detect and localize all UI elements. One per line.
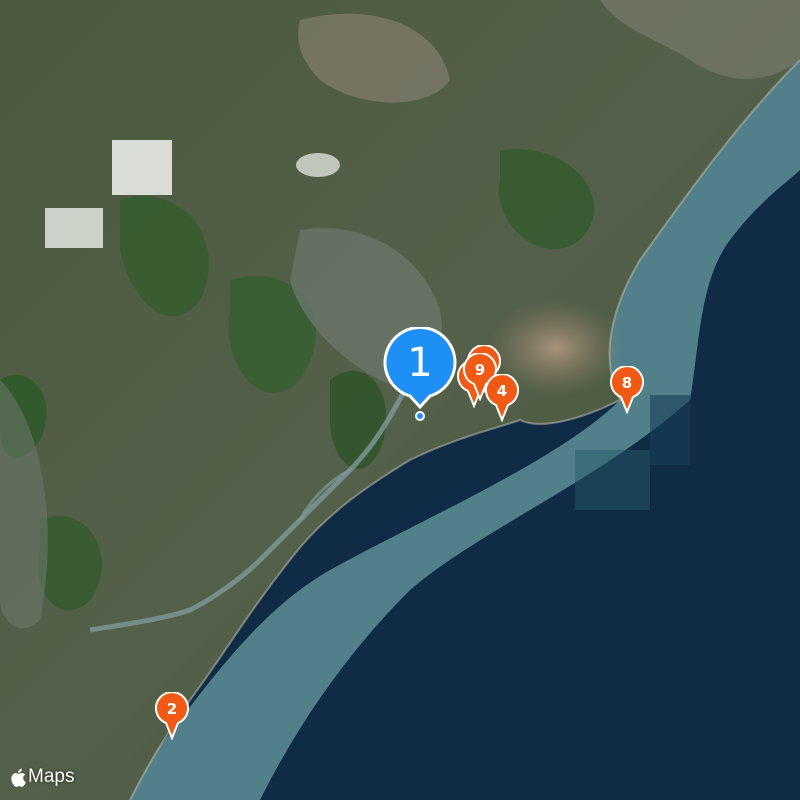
attribution-text: Maps: [28, 766, 75, 787]
map-marker-8[interactable]: 8: [610, 366, 644, 414]
marker-label: 8: [621, 374, 633, 392]
map-marker-2[interactable]: 2: [155, 692, 189, 740]
marker-label: 1: [407, 340, 433, 386]
marker-label: 2: [166, 700, 178, 718]
map-marker-4[interactable]: 4: [485, 374, 519, 422]
map-marker-1[interactable]: 1: [383, 327, 457, 419]
marker-label: 4: [496, 382, 508, 400]
apple-logo-icon: [11, 768, 26, 787]
map-attribution[interactable]: Maps: [10, 766, 74, 788]
map-canvas[interactable]: 9 4 8 2 1 Maps: [0, 0, 800, 800]
